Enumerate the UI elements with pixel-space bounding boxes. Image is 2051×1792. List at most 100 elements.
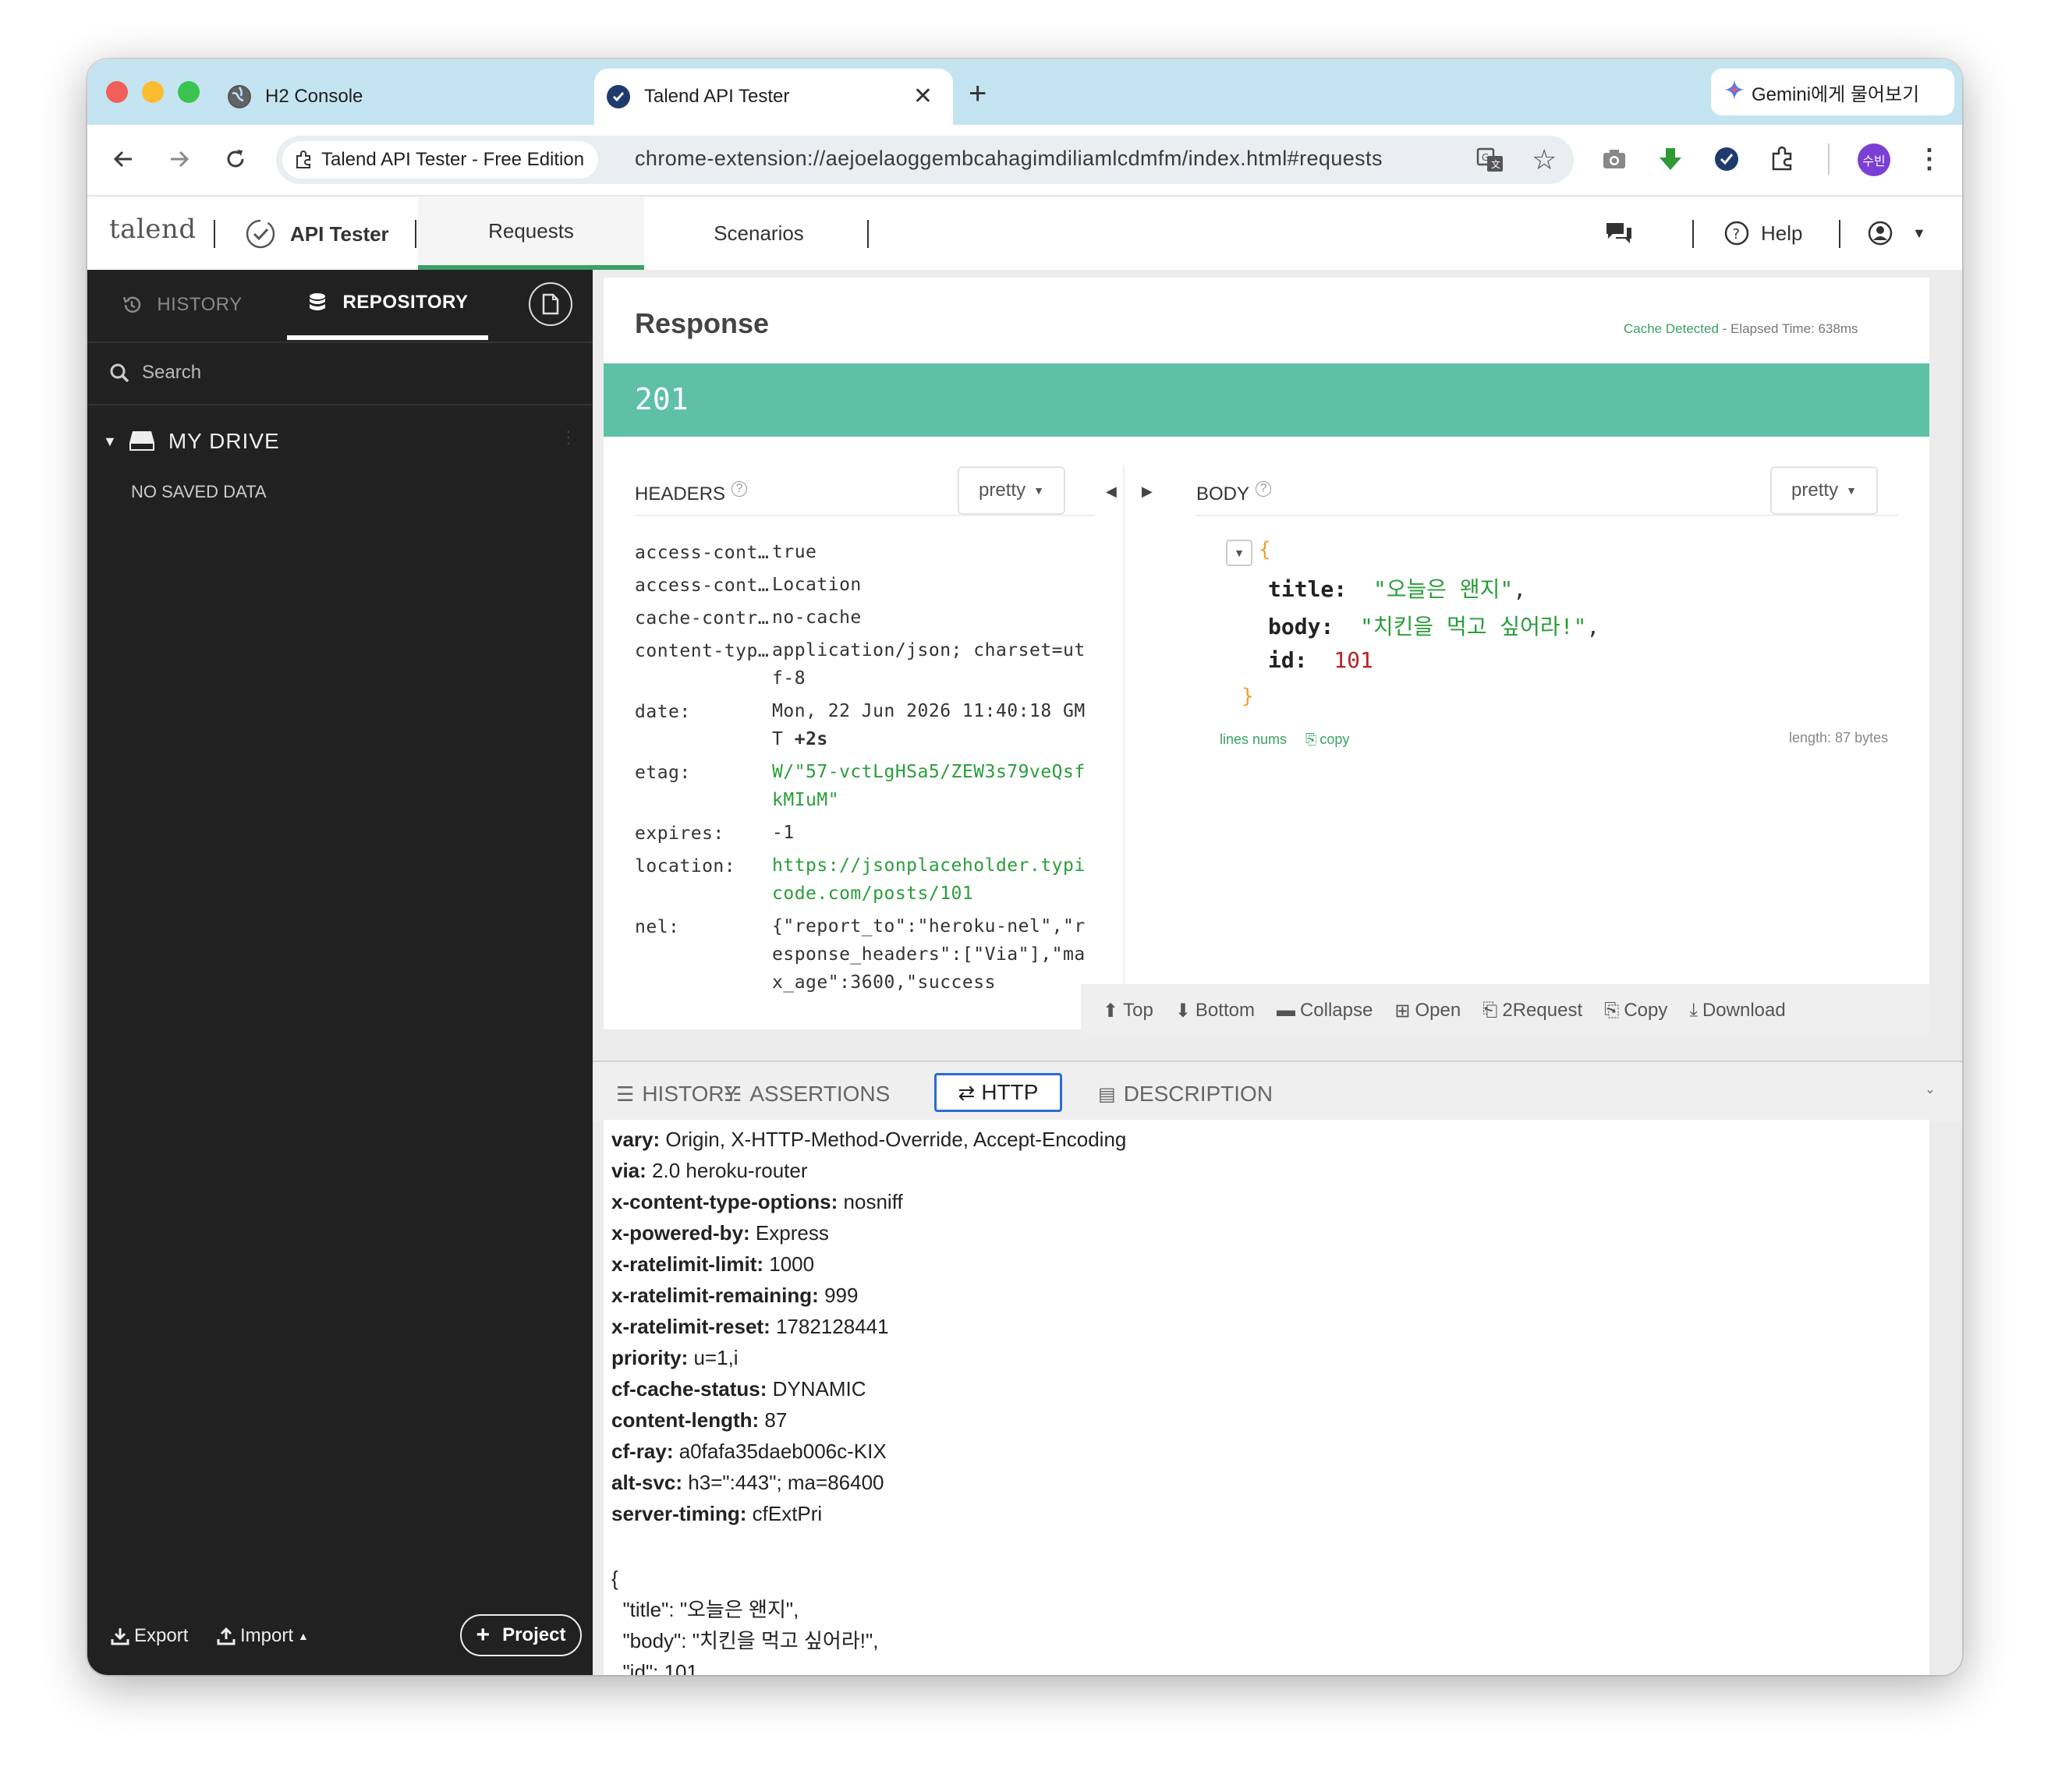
talend-extension-icon[interactable] <box>1709 142 1744 176</box>
header-value: application/json; charset=utf-8 <box>772 640 1086 689</box>
http-key: x-content-type-options: <box>611 1190 838 1213</box>
import-button[interactable]: Import ▲ <box>217 1625 309 1647</box>
clipboard-icon: ⎗ <box>1482 1000 1498 1021</box>
my-drive-folder[interactable]: ▼ MY DRIVE ⋮ <box>87 418 593 465</box>
headers-format-select[interactable]: pretty ▼ <box>958 466 1065 515</box>
headers-help-icon[interactable]: ? <box>731 481 748 497</box>
tab-http[interactable]: ⇄ HTTP <box>934 1073 1062 1112</box>
close-window-button[interactable] <box>106 81 128 103</box>
search-icon <box>110 363 129 383</box>
sidebar-search[interactable]: Search <box>87 342 593 406</box>
extensions-puzzle-icon[interactable] <box>1766 142 1800 176</box>
collapse-left-icon[interactable]: ◀ <box>1106 483 1117 500</box>
download-extension-icon[interactable] <box>1653 142 1688 176</box>
minus-square-icon: ▬ <box>1276 1000 1295 1021</box>
copy-icon: ⎘ <box>1305 731 1317 747</box>
profile-avatar[interactable]: 수빈 <box>1858 143 1890 176</box>
list-icon: ☰ <box>616 1082 635 1106</box>
chevron-down-icon[interactable]: ⌄ <box>1918 1078 1942 1101</box>
minimize-window-button[interactable] <box>142 81 164 103</box>
address-bar[interactable]: Talend API Tester - Free Edition chrome-… <box>276 136 1574 184</box>
drive-label: MY DRIVE <box>168 429 280 453</box>
http-value: 999 <box>824 1284 859 1307</box>
translate-icon[interactable]: G文 <box>1475 145 1505 179</box>
copy-body-link[interactable]: ⎘ copy <box>1305 731 1349 748</box>
book-icon: ▤ <box>1098 1083 1116 1105</box>
tab-title: Talend API Tester <box>644 86 790 107</box>
drive-icon <box>129 431 154 451</box>
site-info-chip[interactable]: Talend API Tester - Free Edition <box>282 141 599 179</box>
import-label: Import <box>240 1625 294 1646</box>
json-field-body: body: "치킨을 먹고 싶어라!", <box>1268 614 1600 639</box>
folder-menu-icon[interactable]: ⋮ <box>560 427 577 448</box>
tab-requests[interactable]: Requests <box>418 197 644 270</box>
to-request-button[interactable]: ⎗ 2Request <box>1482 1000 1582 1022</box>
talend-logo: talend <box>109 214 197 245</box>
tab-history[interactable]: ☰ HISTORY <box>616 1076 739 1112</box>
action-label: Download <box>1702 1000 1786 1021</box>
new-tab-button[interactable]: + <box>969 70 987 117</box>
reload-button[interactable] <box>218 142 253 176</box>
svg-text:G: G <box>1482 152 1489 163</box>
gemini-button[interactable]: Gemini에게 물어보기 <box>1711 69 1954 115</box>
scroll-top-button[interactable]: ⬆ Top <box>1103 1000 1153 1022</box>
camera-extension-icon[interactable] <box>1597 142 1631 176</box>
scroll-bottom-button[interactable]: ⬇ Bottom <box>1175 1000 1255 1022</box>
http-value: nosniff <box>843 1190 903 1213</box>
json-collapse-toggle[interactable]: ▼ <box>1226 540 1252 566</box>
back-button[interactable] <box>106 142 140 176</box>
forward-button[interactable] <box>162 142 197 176</box>
help-button[interactable]: ? Help <box>1723 220 1802 246</box>
copy-button[interactable]: ⎘ Copy <box>1604 1000 1667 1022</box>
http-key: alt-svc: <box>611 1471 683 1494</box>
globe-icon <box>228 85 251 108</box>
sidebar-tab-history[interactable]: HISTORY <box>115 270 248 340</box>
line-numbers-toggle[interactable]: lines nums <box>1220 731 1287 748</box>
sidebar-tab-repository[interactable]: REPOSITORY <box>287 270 488 340</box>
sidebar-tab-label: REPOSITORY <box>342 292 469 313</box>
user-circle-icon <box>1868 221 1893 246</box>
browser-tab-talend[interactable]: Talend API Tester ✕ <box>594 69 953 125</box>
export-button[interactable]: Export <box>111 1625 188 1647</box>
empty-state-text: NO SAVED DATA <box>131 482 267 501</box>
action-label: 2Request <box>1502 1000 1583 1021</box>
expand-right-icon[interactable]: ▶ <box>1142 483 1153 500</box>
close-tab-icon[interactable]: ✕ <box>913 83 933 110</box>
header-key: content-typ… <box>635 641 770 661</box>
bookmark-star-icon[interactable]: ☆ <box>1532 145 1557 175</box>
json-sep: , <box>1513 576 1527 602</box>
account-menu[interactable]: ▼ <box>1867 220 1926 246</box>
http-key: vary: <box>611 1128 661 1151</box>
header-key: cache-contr… <box>635 608 770 629</box>
add-project-button[interactable]: + Project <box>460 1614 582 1656</box>
body-help-icon[interactable]: ? <box>1256 481 1272 497</box>
more-menu-icon[interactable]: ⋮ <box>1912 142 1947 176</box>
tab-assertions[interactable]: ☷ ASSERTIONS <box>724 1076 890 1112</box>
collapse-button[interactable]: ▬ Collapse <box>1277 1000 1373 1022</box>
tab-description[interactable]: ▤ DESCRIPTION <box>1098 1076 1273 1112</box>
json-key: title <box>1268 576 1334 602</box>
feedback-chat-icon[interactable] <box>1603 220 1635 252</box>
download-button[interactable]: ⤓ Download <box>1689 1000 1785 1022</box>
site-chip-label: Talend API Tester - Free Edition <box>321 149 585 170</box>
new-document-button[interactable] <box>529 282 572 326</box>
tab-scenarios[interactable]: Scenarios <box>646 197 872 270</box>
header-divider <box>415 220 416 248</box>
caret-up-icon: ▲ <box>298 1630 309 1642</box>
action-label: Copy <box>1624 1000 1668 1021</box>
http-key: x-ratelimit-reset: <box>611 1315 770 1338</box>
sidebar-tab-label: HISTORY <box>157 294 243 315</box>
plus-icon: + <box>476 1622 491 1648</box>
header-divider <box>214 220 215 248</box>
http-header-line: alt-svc: h3=":443"; ma=86400 <box>611 1471 884 1495</box>
header-link[interactable]: https://jsonplaceholder.typicode.com/pos… <box>772 852 1092 908</box>
maximize-window-button[interactable] <box>178 81 200 103</box>
app-header: talend API Tester Requests Scenarios ? H… <box>87 197 1962 271</box>
open-button[interactable]: ⊞ Open <box>1394 1000 1461 1022</box>
timing-info: Cache Detected - Elapsed Time: 638ms <box>1624 321 1858 337</box>
api-tester-brand: API Tester <box>245 218 389 250</box>
reload-icon <box>227 150 244 168</box>
date-offset: +2s <box>794 729 828 749</box>
pane-splitter[interactable] <box>1123 465 1125 998</box>
body-format-select[interactable]: pretty ▼ <box>1770 466 1878 515</box>
